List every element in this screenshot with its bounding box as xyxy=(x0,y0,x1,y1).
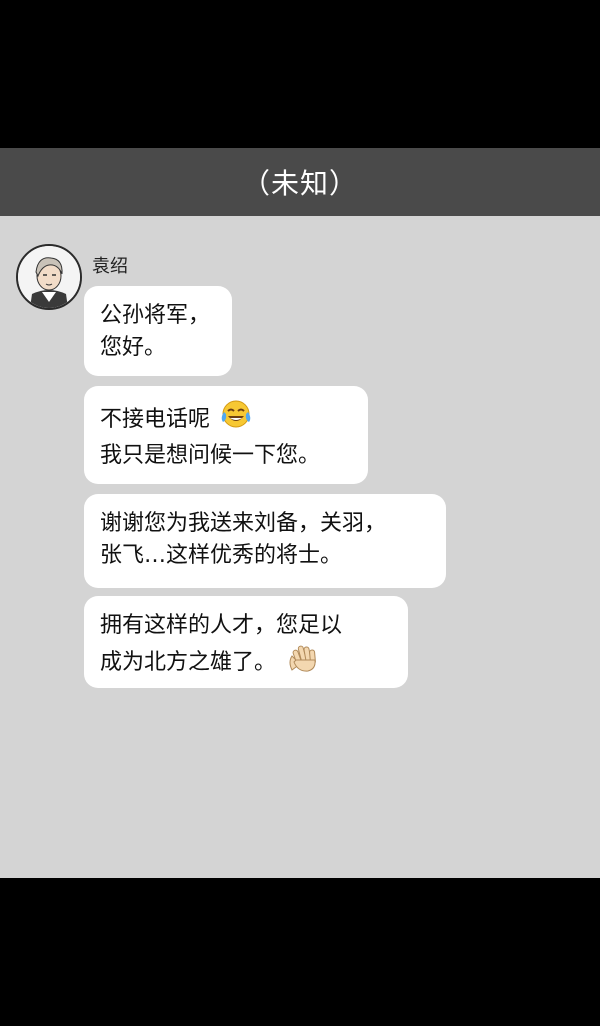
message-bubble-3[interactable]: 谢谢您为我送来刘备，关羽， 张飞…这样优秀的将士。 xyxy=(84,494,446,588)
message-line: 不接电话呢 xyxy=(100,407,211,432)
message-line: 成为北方之雄了。 xyxy=(100,650,277,675)
message-bubble-4[interactable]: 拥有这样的人才，您足以 成为北方之雄了。 xyxy=(84,596,408,688)
message-line: 公孙将军， xyxy=(100,303,211,328)
message-line: 谢谢您为我送来刘备，关羽， xyxy=(100,511,387,536)
message-bubble-2[interactable]: 不接电话呢 我只是想问候一下您。 xyxy=(84,386,368,484)
portrait-avatar-icon xyxy=(18,246,80,308)
message-line: 我只是想问候一下您。 xyxy=(100,443,321,468)
message-line: 拥有这样的人才，您足以 xyxy=(100,613,343,638)
top-letterbox xyxy=(0,0,600,148)
tears-of-joy-emoji-icon xyxy=(220,400,252,440)
message-line: 您好。 xyxy=(100,335,167,360)
message-line-with-emoji: 不接电话呢 xyxy=(100,400,352,440)
message-line-with-emoji: 成为北方之雄了。 xyxy=(100,642,392,684)
chat-header: （未知） xyxy=(0,148,600,216)
waving-hand-emoji-icon xyxy=(286,642,320,684)
message-line: 张飞…这样优秀的将士。 xyxy=(100,543,343,568)
message-bubble-1[interactable]: 公孙将军， 您好。 xyxy=(84,286,232,376)
bottom-letterbox xyxy=(0,878,600,1026)
chat-title: （未知） xyxy=(241,167,358,200)
sender-avatar[interactable] xyxy=(16,244,82,310)
sender-name: 袁绍 xyxy=(92,256,128,277)
